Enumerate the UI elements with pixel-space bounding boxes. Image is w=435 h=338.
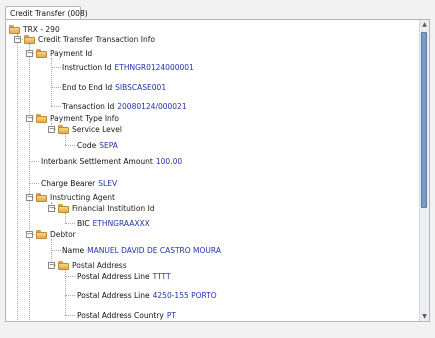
field-label: End to End Id (62, 83, 113, 92)
node-label: Financial Institution Id (72, 204, 155, 213)
tab-bar: Credit Transfer (008) (5, 3, 430, 20)
field-label: Charge Bearer (41, 179, 96, 188)
field-label: Name (62, 246, 85, 255)
tree-leaf-end-to-end-id[interactable]: End to End Id SIBSCASE001 (62, 82, 166, 93)
scroll-down-icon[interactable]: ▼ (420, 312, 429, 321)
vertical-scrollbar[interactable]: ▲ ▼ (419, 20, 429, 321)
tree-line (51, 250, 61, 251)
tree-leaf-instruction-id[interactable]: Instruction Id ETHNGR0124000001 (62, 62, 194, 73)
tree-leaf-postal-address-country[interactable]: Postal Address Country PT (77, 310, 176, 321)
folder-icon (36, 114, 47, 123)
field-value: PT (166, 311, 176, 320)
tab-credit-transfer[interactable]: Credit Transfer (008) (5, 6, 88, 20)
tree-leaf-bic[interactable]: BIC ETHNGRAAXXX (77, 218, 150, 229)
tree-leaf-debtor-name[interactable]: Name MANUEL DAVID DE CASTRO MOURA (62, 245, 221, 256)
tree-panel: TRX - 290 − Credit Transfer Transaction … (5, 19, 430, 322)
tree-line (29, 161, 39, 162)
folder-icon (58, 261, 69, 270)
folder-icon (9, 25, 20, 34)
folder-icon (36, 193, 47, 202)
tree-line (65, 134, 66, 145)
field-label: Instruction Id (62, 63, 112, 72)
folder-icon (36, 230, 47, 239)
collapse-toggle-icon[interactable]: − (14, 36, 21, 43)
node-label: Credit Transfer Transaction Info (38, 35, 155, 44)
field-label: Transaction Id (62, 102, 115, 111)
tree-line (65, 276, 75, 277)
folder-icon (58, 125, 69, 134)
field-value: ETHNGRAAXXX (92, 219, 150, 228)
collapse-toggle-icon[interactable]: − (26, 50, 33, 57)
field-label: Code (77, 141, 97, 150)
field-value: SEPA (99, 141, 118, 150)
field-label: Postal Address Country (77, 311, 164, 320)
tree-node-instructing-agent[interactable]: − Instructing Agent (20, 192, 140, 203)
tree-line (51, 106, 61, 107)
tree-node-debtor[interactable]: − Debtor (20, 229, 140, 240)
field-value: 4250-155 PORTO (152, 291, 217, 300)
tree-line (29, 183, 39, 184)
tree-node-service-level[interactable]: − Service Level (42, 124, 162, 135)
tree-node-credit-transfer-transaction-info[interactable]: − Credit Transfer Transaction Info (8, 34, 208, 45)
tree-node-payment-id[interactable]: − Payment Id (20, 48, 140, 59)
tree-leaf-postal-address-line[interactable]: Postal Address Line TTTT (77, 271, 171, 282)
field-label: Postal Address Line (77, 291, 150, 300)
collapse-toggle-icon[interactable]: − (26, 194, 33, 201)
collapse-toggle-icon[interactable]: − (48, 205, 55, 212)
field-value: 20080124/000021 (117, 102, 187, 111)
tree-line (51, 87, 61, 88)
node-label: Service Level (72, 125, 122, 134)
field-label: Postal Address Line (77, 272, 150, 281)
tree-leaf-postal-address-line[interactable]: Postal Address Line 4250-155 PORTO (77, 290, 217, 301)
field-value: SIBSCASE001 (115, 83, 167, 92)
collapse-toggle-icon[interactable]: − (26, 115, 33, 122)
field-value: ETHNGR0124000001 (114, 63, 194, 72)
tree-line (51, 58, 52, 106)
node-label: Payment Type Info (50, 114, 120, 123)
folder-icon (36, 49, 47, 58)
field-value: 100.00 (155, 157, 183, 166)
field-value: SLEV (98, 179, 118, 188)
folder-icon (24, 35, 35, 44)
scroll-up-icon[interactable]: ▲ (420, 20, 429, 29)
tree-line (65, 145, 75, 146)
field-value: MANUEL DAVID DE CASTRO MOURA (87, 246, 221, 255)
tree-line (65, 213, 66, 223)
tree-line (65, 315, 75, 316)
tree-line (17, 34, 18, 321)
field-value: TTTT (152, 272, 171, 281)
tree-line (65, 223, 75, 224)
tree-leaf-code[interactable]: Code SEPA (77, 140, 118, 151)
tree-line (51, 67, 61, 68)
tree-leaf-transaction-id[interactable]: Transaction Id 20080124/000021 (62, 101, 187, 112)
field-label: Interbank Settlement Amount (41, 157, 153, 166)
collapse-toggle-icon[interactable]: − (48, 126, 55, 133)
tree-leaf-interbank-settlement-amount[interactable]: Interbank Settlement Amount 100.00 (41, 156, 182, 167)
node-label: Postal Address (72, 261, 127, 270)
status-bar (5, 324, 430, 335)
tree-leaf-charge-bearer[interactable]: Charge Bearer SLEV (41, 178, 117, 189)
collapse-toggle-icon[interactable]: − (26, 231, 33, 238)
collapse-toggle-icon[interactable]: − (48, 262, 55, 269)
folder-icon (58, 204, 69, 213)
tree-node-postal-address[interactable]: − Postal Address (42, 260, 182, 271)
tree-node-payment-type-info[interactable]: − Payment Type Info (20, 113, 140, 124)
tree-node-financial-institution-id[interactable]: − Financial Institution Id (42, 203, 182, 214)
node-label: Instructing Agent (50, 193, 115, 202)
field-label: BIC (77, 219, 90, 228)
tree-line (65, 295, 75, 296)
node-label: Debtor (50, 230, 76, 239)
scrollbar-thumb[interactable] (421, 32, 427, 208)
node-label: Payment Id (50, 49, 93, 58)
